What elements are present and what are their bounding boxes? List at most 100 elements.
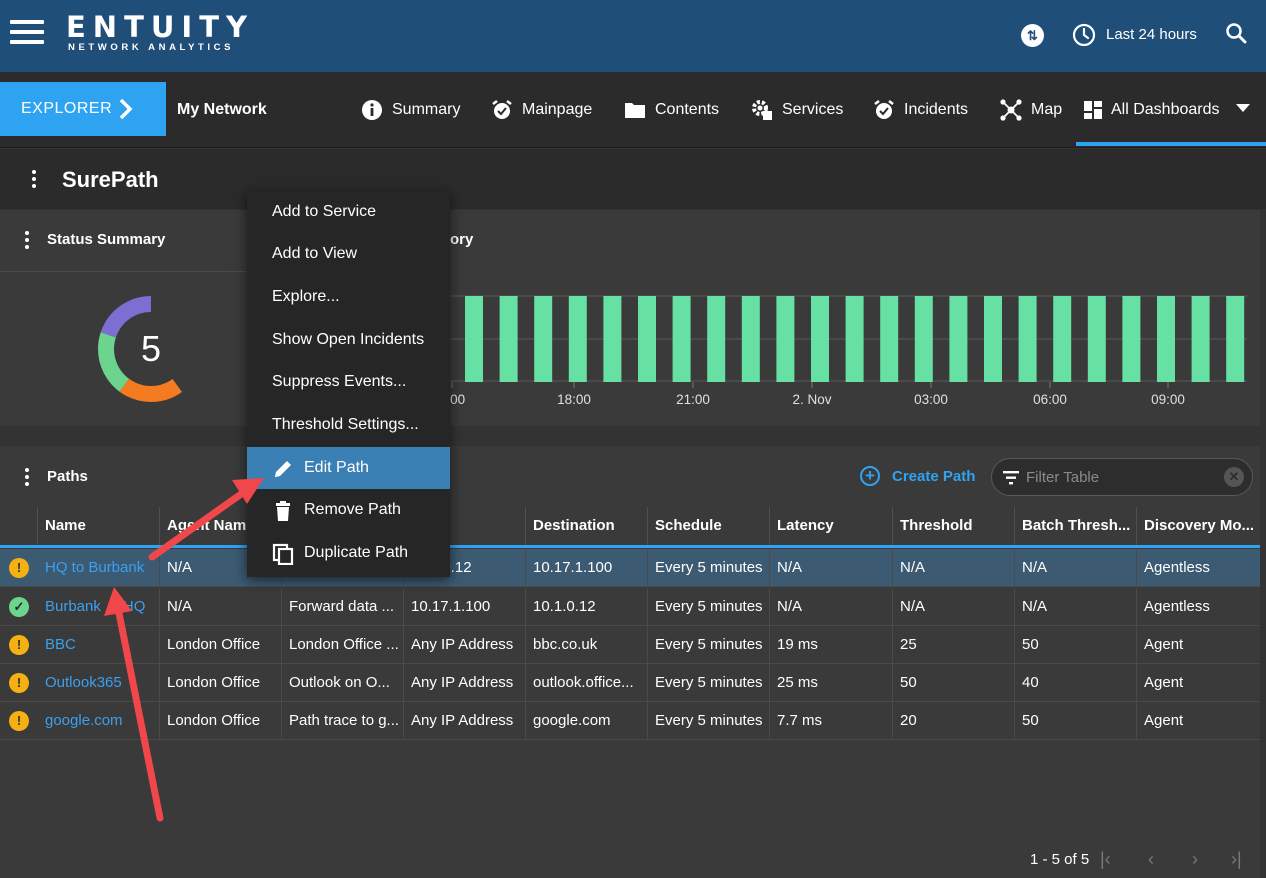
history-bar[interactable] (707, 296, 726, 382)
path-name-link[interactable]: BBC (38, 626, 160, 663)
create-path-label: Create Path (892, 467, 976, 485)
history-bar[interactable] (1157, 296, 1175, 382)
kebab-menu-icon[interactable] (31, 170, 37, 190)
path-name-link[interactable]: Burbank HQ (38, 588, 160, 625)
cell: N/A (160, 588, 282, 625)
menu-item-remove-path[interactable]: Remove Path (247, 489, 450, 531)
cell: 19 ms (770, 626, 893, 663)
menu-item-suppress-events[interactable]: Suppress Events... (247, 361, 450, 403)
tab-label: Map (1031, 101, 1063, 118)
explorer-button[interactable]: EXPLORER (0, 82, 166, 136)
sync-icon[interactable]: ⇅ (1021, 24, 1044, 47)
history-bar[interactable] (741, 296, 760, 382)
cell: 25 ms (770, 664, 893, 701)
history-bar[interactable] (984, 296, 1002, 382)
previous-page-icon[interactable]: ‹ (1148, 849, 1154, 870)
history-bar[interactable] (949, 296, 968, 382)
history-bar[interactable] (1018, 296, 1037, 382)
last-page-icon[interactable]: ›| (1231, 849, 1242, 870)
menu-item-show-open-incidents[interactable]: Show Open Incidents (247, 319, 450, 361)
cell: 10.1.0.12 (526, 588, 648, 625)
column-header[interactable]: Discovery Mo... (1137, 507, 1260, 545)
x-tick-label: 18:00 (557, 392, 591, 407)
cell: London Office (160, 702, 282, 739)
history-bar[interactable] (1053, 296, 1072, 382)
column-header[interactable]: Threshold (893, 507, 1015, 545)
column-header-status[interactable] (0, 507, 38, 545)
table-row[interactable]: ! BBC London Office London Office ... An… (0, 626, 1260, 664)
cell: Every 5 minutes (648, 588, 770, 625)
column-header[interactable]: Latency (770, 507, 893, 545)
cell: 25 (893, 626, 1015, 663)
table-row[interactable]: ! Outlook365 London Office Outlook on O.… (0, 664, 1260, 702)
history-bar[interactable] (880, 296, 899, 382)
chevron-down-icon[interactable] (1236, 104, 1250, 112)
clear-icon[interactable]: ✕ (1224, 467, 1244, 487)
path-name-link[interactable]: HQ to Burbank (38, 549, 160, 586)
tab-all-dashboards[interactable]: All Dashboards (1084, 98, 1220, 122)
path-name-link[interactable]: google.com (38, 702, 160, 739)
history-bar[interactable] (845, 296, 864, 382)
column-header[interactable]: Batch Thresh... (1015, 507, 1137, 545)
tab-services[interactable]: Services (751, 98, 843, 122)
x-tick-label: 09:00 (1151, 392, 1185, 407)
folder-icon (624, 99, 646, 121)
menu-item-edit-path[interactable]: Edit Path (247, 447, 450, 489)
history-bar[interactable] (914, 296, 933, 382)
column-header[interactable]: Schedule (648, 507, 770, 545)
filter-table-field[interactable]: ✕ (991, 458, 1253, 496)
menu-item-threshold-settings[interactable]: Threshold Settings... (247, 404, 450, 446)
history-bar[interactable] (534, 296, 553, 382)
copy-icon (272, 543, 294, 565)
warning-icon: ! (9, 711, 29, 731)
kebab-menu-icon[interactable] (24, 468, 30, 488)
warning-icon: ! (9, 673, 29, 693)
history-bar[interactable] (1122, 296, 1141, 382)
table-row[interactable]: ✓ Burbank HQ N/A Forward data ... 10.17.1… (0, 588, 1260, 626)
history-bar[interactable] (499, 296, 518, 382)
menu-item-add-to-view[interactable]: Add to View (247, 233, 450, 275)
tab-summary[interactable]: Summary (361, 98, 460, 122)
table-row[interactable]: ! google.com London Office Path trace to… (0, 702, 1260, 740)
info-icon (361, 99, 383, 121)
menu-item-label: Edit Path (304, 459, 369, 476)
tab-incidents[interactable]: Incidents (873, 98, 968, 122)
table-row[interactable]: ! HQ to Burbank N/A 10.12 10.17.1.100 Ev… (0, 549, 1260, 587)
history-bar[interactable] (776, 296, 795, 382)
time-range-selector[interactable]: Last 24 hours (1106, 26, 1197, 43)
menu-item-label: Remove Path (304, 501, 401, 518)
menu-item-duplicate-path[interactable]: Duplicate Path (247, 532, 450, 574)
column-header[interactable]: Name (38, 507, 160, 545)
trash-icon (276, 501, 290, 521)
create-path-button[interactable]: + Create Path (860, 466, 975, 486)
menu-item-explore[interactable]: Explore... (247, 276, 450, 318)
history-bar[interactable] (568, 296, 587, 382)
history-bar[interactable] (603, 296, 622, 382)
history-bar[interactable] (672, 296, 691, 382)
history-bar[interactable] (1191, 296, 1210, 382)
path-name-link[interactable]: Outlook365 (38, 664, 160, 701)
clock-icon[interactable] (1072, 23, 1096, 47)
first-page-icon[interactable]: |‹ (1100, 849, 1111, 870)
chevron-right-icon (119, 98, 133, 120)
next-page-icon[interactable]: › (1192, 849, 1198, 870)
kebab-menu-icon[interactable] (24, 231, 30, 251)
history-bar[interactable] (1226, 296, 1245, 382)
tab-label: Summary (392, 101, 461, 118)
filter-input[interactable] (1026, 467, 1216, 487)
tab-map[interactable]: Map (1000, 98, 1062, 122)
column-header[interactable]: Destination (526, 507, 648, 545)
hamburger-menu-icon[interactable] (10, 20, 44, 44)
tab-label: Mainpage (522, 101, 593, 118)
search-icon[interactable] (1225, 22, 1247, 44)
cell: 7.7 ms (770, 702, 893, 739)
history-bar[interactable] (638, 296, 656, 382)
context-menu: Add to Service Add to View Explore... Sh… (247, 191, 450, 577)
cell: Every 5 minutes (648, 664, 770, 701)
history-bar[interactable] (1087, 296, 1106, 382)
history-bar[interactable] (465, 296, 483, 382)
tab-mainpage[interactable]: Mainpage (491, 98, 592, 122)
tab-contents[interactable]: Contents (624, 98, 719, 122)
menu-item-add-to-service[interactable]: Add to Service (247, 191, 450, 233)
history-bar[interactable] (811, 296, 829, 382)
